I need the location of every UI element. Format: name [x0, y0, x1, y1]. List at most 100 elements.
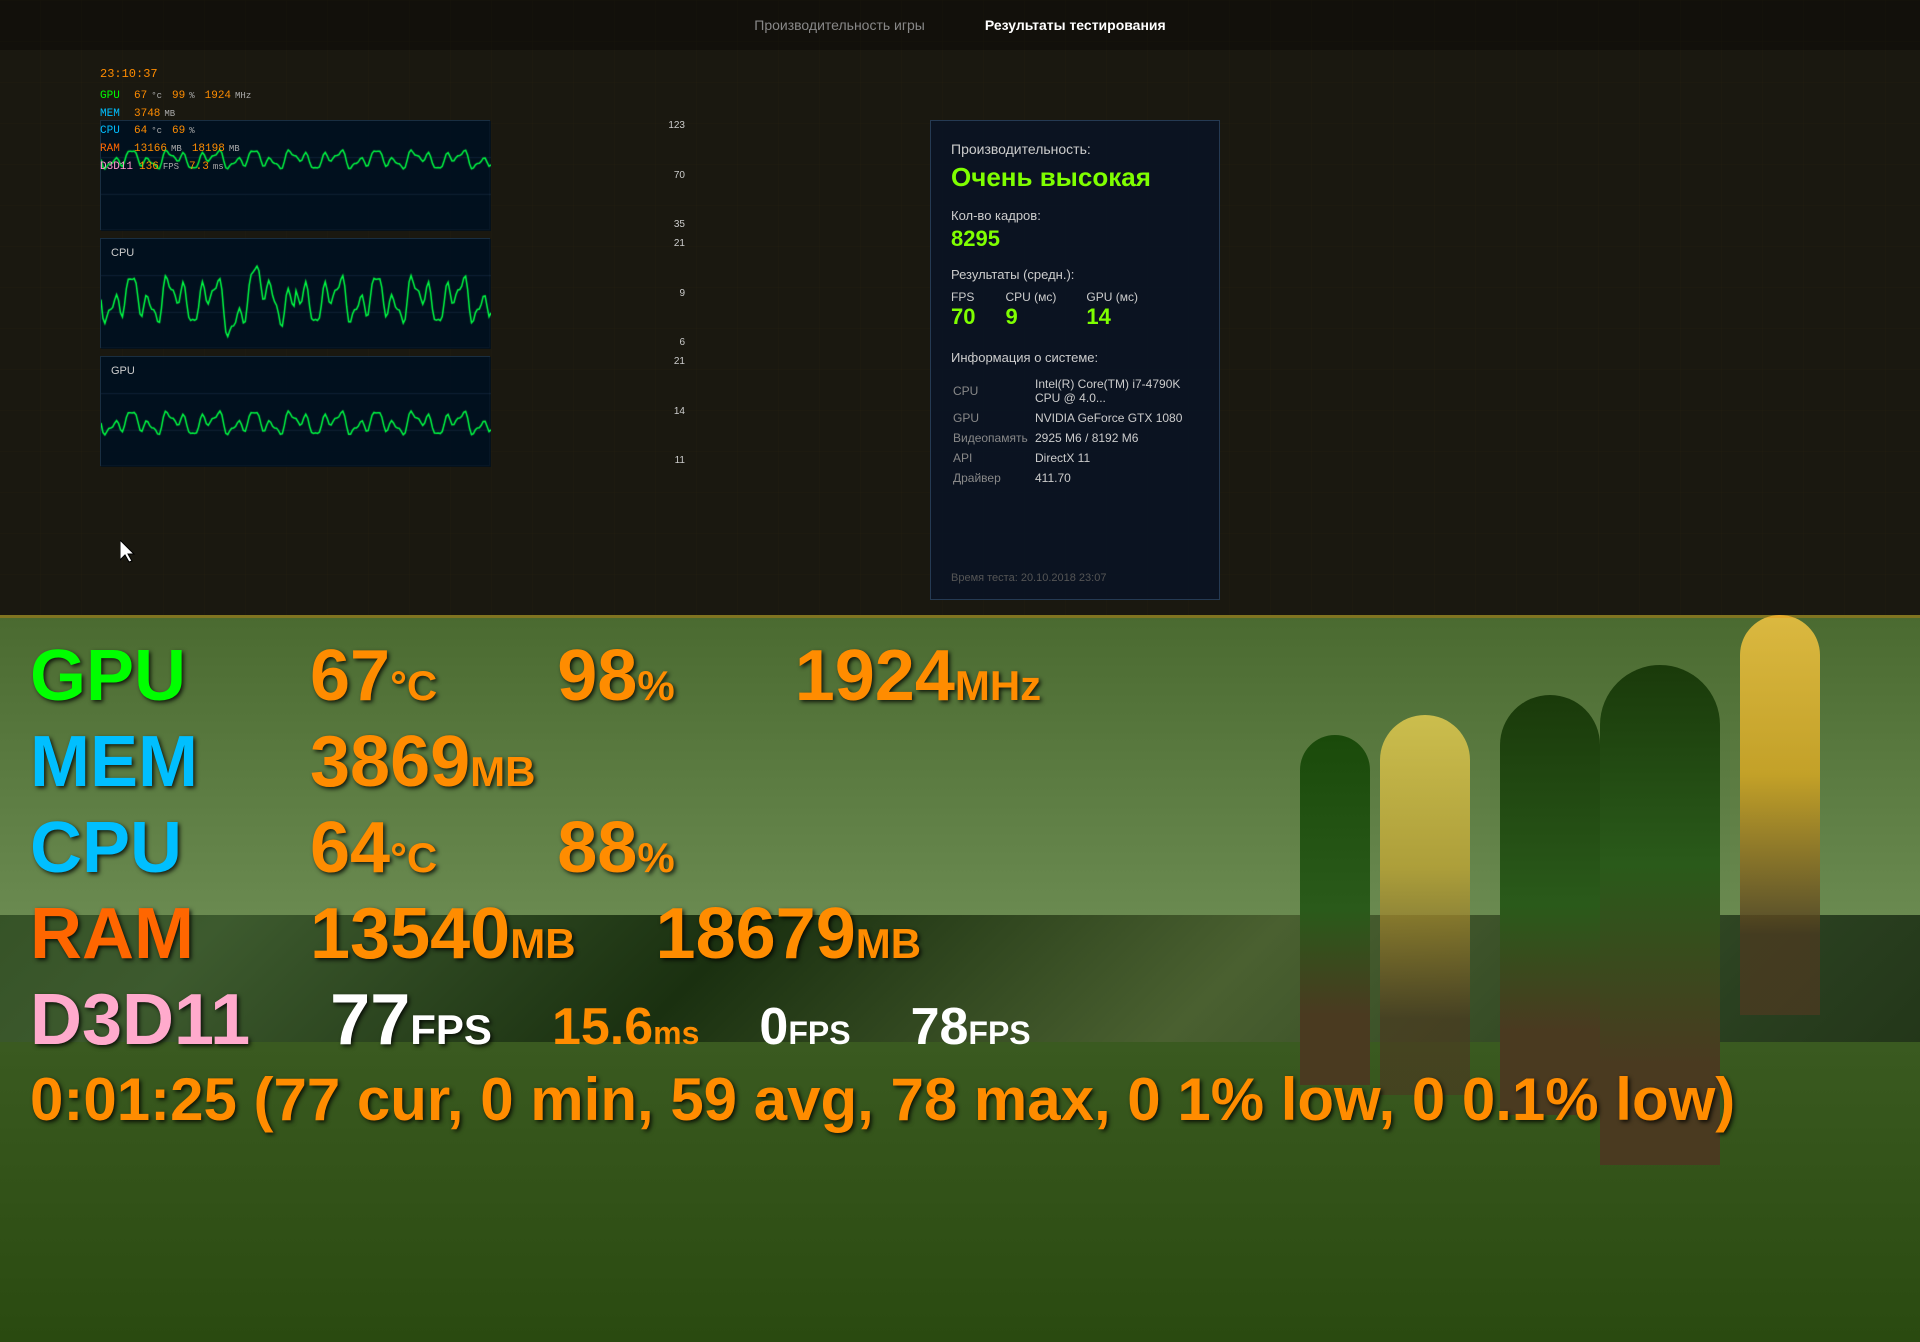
gpu-chart-bot: 11 — [675, 455, 685, 466]
gpu-ms-header: GPU (мс) — [1086, 290, 1138, 304]
big-cpu-load-unit: % — [637, 834, 674, 882]
sysinfo-gpu-value: NVIDIA GeForce GTX 1080 — [1035, 409, 1197, 427]
ram-label-small: RAM — [100, 141, 130, 159]
big-mem-val: 3869 — [310, 721, 470, 803]
gpu-stat-row: GPU 67 °c 99 % 1924 MHz — [100, 88, 251, 106]
cpu-chart-bot: 6 — [679, 337, 685, 348]
cpu-temp-small: 64 — [134, 123, 147, 141]
cursor — [120, 540, 140, 564]
cpu-chart-box: CPU — [100, 238, 490, 348]
big-gpu-load: 98 — [557, 635, 637, 717]
cpu-ms-result: 9 — [1005, 304, 1056, 330]
gpu-clock-small: 1924 — [205, 88, 231, 106]
ram-val2-small: 18198 — [192, 141, 225, 159]
fps-result: 70 — [951, 304, 975, 330]
cpu-chart-container: CPU 21 9 6 — [100, 238, 640, 348]
result-fps: FPS 70 — [951, 290, 975, 330]
cpu-chart-mid: 9 — [679, 288, 685, 299]
results-panel: Производительность: Очень высокая Кол-во… — [930, 120, 1220, 600]
d3d-ms-small: 7.3 — [189, 159, 209, 177]
gpu-chart-box: GPU — [100, 356, 490, 466]
tab-results[interactable]: Результаты тестирования — [975, 12, 1176, 38]
gpu-load-small: 99 — [172, 88, 185, 106]
sysinfo-cpu-value: Intel(R) Core(TM) i7-4790K CPU @ 4.0... — [1035, 375, 1197, 407]
d3d-label-small: D3D11 — [100, 159, 135, 177]
big-gpu-clock-unit: MHz — [955, 662, 1041, 710]
mem-stat-row: MEM 3748 MB — [100, 106, 251, 124]
results-timestamp: Время теста: 20.10.2018 23:07 — [951, 572, 1106, 584]
big-gpu-temp-unit: °C — [390, 662, 437, 710]
big-gpu-label: GPU — [30, 635, 230, 717]
result-cpu: CPU (мс) 9 — [1005, 290, 1056, 330]
big-stats-overlay: GPU 67 °C 98 % 1924 MHz MEM 3869 MB CPU … — [0, 615, 1765, 1154]
cpu-ms-header: CPU (мс) — [1005, 290, 1056, 304]
fps-chart-values: 123 70 35 — [668, 120, 685, 230]
cpu-stat-row: CPU 64 °c 69 % — [100, 123, 251, 141]
big-cpu-temp: 64 — [310, 807, 390, 889]
sysinfo-driver-label: Драйвер — [953, 469, 1033, 487]
fps-chart-top: 123 — [668, 120, 685, 131]
big-cpu-temp-unit: °C — [390, 834, 437, 882]
fps-chart-bot: 35 — [674, 219, 685, 230]
big-ram-val: 13540 — [310, 893, 510, 975]
ram-stat-row: RAM 13166 MB 18198 MB — [100, 141, 251, 159]
big-d3d-fps-unit: FPS — [410, 1006, 492, 1054]
sysinfo-cpu-row: CPU Intel(R) Core(TM) i7-4790K CPU @ 4.0… — [953, 375, 1197, 407]
sysinfo-table: CPU Intel(R) Core(TM) i7-4790K CPU @ 4.0… — [951, 373, 1199, 489]
big-mem-row: MEM 3869 MB — [30, 721, 1735, 803]
big-cpu-load: 88 — [557, 807, 637, 889]
results-stats-row: FPS 70 CPU (мс) 9 GPU (мс) 14 — [951, 290, 1199, 330]
cpu-label-small: CPU — [100, 123, 130, 141]
cpu-chart-values: 21 9 6 — [674, 238, 685, 348]
gpu-label-small: GPU — [100, 88, 130, 106]
sysinfo-api-row: API DirectX 11 — [953, 449, 1197, 467]
sysinfo-cpu-label: CPU — [953, 375, 1033, 407]
big-d3d-zero: 0 — [759, 997, 788, 1057]
sysinfo-gpu-label: GPU — [953, 409, 1033, 427]
stats-overlay: 23:10:37 GPU 67 °c 99 % 1924 MHz MEM 374… — [100, 65, 251, 176]
stats-time: 23:10:37 — [100, 65, 251, 84]
sysinfo-api-value: DirectX 11 — [1035, 449, 1197, 467]
big-d3d-row: D3D11 77 FPS 15.6 ms 0 FPS 78 FPS — [30, 979, 1735, 1061]
big-d3d-label: D3D11 — [30, 979, 250, 1061]
big-gpu-load-unit: % — [637, 662, 674, 710]
nav-tabs: Производительность игры Результаты тести… — [0, 0, 1920, 50]
sysinfo-vram-row: Видеопамять 2925 М6 / 8192 М6 — [953, 429, 1197, 447]
sysinfo-gpu-row: GPU NVIDIA GeForce GTX 1080 — [953, 409, 1197, 427]
big-gpu-row: GPU 67 °C 98 % 1924 MHz — [30, 635, 1735, 717]
big-d3d-zero-unit: FPS — [788, 1015, 850, 1052]
sysinfo-label: Информация о системе: — [951, 350, 1199, 365]
ram-val-small: 13166 — [134, 141, 167, 159]
big-d3d-fps: 77 — [330, 979, 410, 1061]
big-mem-label: MEM — [30, 721, 230, 803]
sysinfo-vram-label: Видеопамять — [953, 429, 1033, 447]
sysinfo-driver-row: Драйвер 411.70 — [953, 469, 1197, 487]
perf-value: Очень высокая — [951, 162, 1199, 193]
frames-label: Кол-во кадров: — [951, 208, 1199, 223]
sysinfo-driver-value: 411.70 — [1035, 469, 1197, 487]
sysinfo-vram-value: 2925 М6 / 8192 М6 — [1035, 429, 1197, 447]
top-section: Производительность игры Результаты тести… — [0, 0, 1920, 615]
gpu-chart-top: 21 — [674, 356, 685, 367]
mem-label-small: MEM — [100, 106, 130, 124]
result-gpu: GPU (мс) 14 — [1086, 290, 1138, 330]
big-ram-label: RAM — [30, 893, 230, 975]
sysinfo-api-label: API — [953, 449, 1033, 467]
big-ram-row: RAM 13540 MB 18679 MB — [30, 893, 1735, 975]
fps-chart-mid: 70 — [674, 170, 685, 181]
bottom-section: GPU 67 °C 98 % 1924 MHz MEM 3869 MB CPU … — [0, 615, 1920, 1342]
big-ram-val2: 18679 — [656, 893, 856, 975]
big-gpu-clock: 1924 — [795, 635, 955, 717]
gpu-chart-container: GPU 21 14 11 — [100, 356, 640, 466]
fps-header: FPS — [951, 290, 975, 304]
big-mem-unit: MB — [470, 748, 535, 796]
d3d-stat-row: D3D11 136 FPS 7.3 ms — [100, 159, 251, 177]
tab-performance[interactable]: Производительность игры — [744, 12, 935, 38]
gpu-chart-mid: 14 — [674, 406, 685, 417]
mem-val-small: 3748 — [134, 106, 160, 124]
cpu-load-small: 69 — [172, 123, 185, 141]
gpu-chart-label: GPU — [111, 365, 135, 377]
big-d3d-ms: 15.6 — [552, 997, 653, 1057]
big-d3d-78-unit: FPS — [968, 1015, 1030, 1052]
cpu-chart-label: CPU — [111, 247, 134, 259]
